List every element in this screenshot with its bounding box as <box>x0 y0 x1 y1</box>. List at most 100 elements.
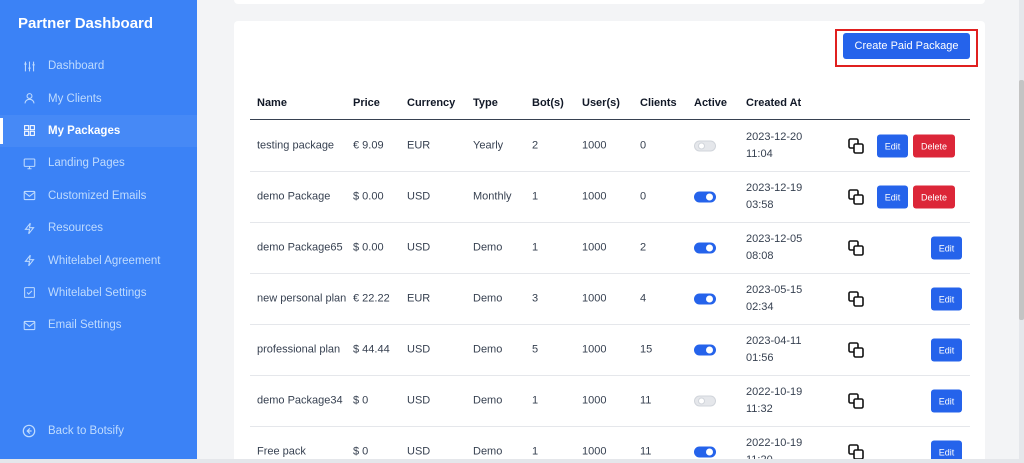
cell-created-at: 2022-10-19 11:32 <box>746 386 803 415</box>
cell-users: 1000 <box>582 445 607 458</box>
cell-users: 1000 <box>582 190 607 203</box>
cell-name: professional plan <box>257 343 341 356</box>
scrollbar-thumb[interactable] <box>1019 80 1024 320</box>
column-header: Clients <box>640 97 677 109</box>
sidebar-item-my-packages[interactable]: My Packages <box>0 114 197 148</box>
copy-icon[interactable] <box>847 392 865 410</box>
copy-icon[interactable] <box>847 137 865 155</box>
edit-button[interactable]: Edit <box>931 389 962 413</box>
column-header: Created At <box>746 97 802 109</box>
mail-icon <box>22 318 36 332</box>
back-to-botsify-link[interactable]: Back to Botsify <box>22 424 124 438</box>
sidebar: Partner Dashboard Dashboard My Clients My … <box>0 0 197 463</box>
toggle-knob <box>706 346 713 354</box>
cell-users: 1000 <box>582 241 607 254</box>
edit-button[interactable]: Edit <box>931 287 962 311</box>
active-toggle[interactable] <box>694 395 716 407</box>
delete-button[interactable]: Delete <box>913 185 955 209</box>
table-row: new personal plan € 22.22 EUR Demo 3 1000 4 202… <box>250 274 970 325</box>
active-toggle[interactable] <box>694 242 716 254</box>
copy-icon[interactable] <box>847 341 865 359</box>
cell-bots: 1 <box>532 445 539 458</box>
sidebar-item-landing-pages[interactable]: Landing Pages <box>0 147 197 179</box>
back-label: Back to Botsify <box>48 425 125 437</box>
sidebar-item-whitelabel-agreement[interactable]: Whitelabel Agreement <box>0 244 197 276</box>
cell-type: Demo <box>473 394 503 407</box>
copy-icon[interactable] <box>847 239 865 257</box>
sidebar-item-email-settings[interactable]: Email Settings <box>0 309 197 341</box>
top-card <box>234 0 985 4</box>
sidebar-item-customized-emails[interactable]: Customized Emails <box>0 180 197 212</box>
sidebar-item-label: Whitelabel Agreement <box>48 254 161 267</box>
sidebar-item-label: Email Settings <box>48 319 122 332</box>
edit-button[interactable]: Edit <box>877 185 908 209</box>
cell-bots: 1 <box>532 241 539 254</box>
cell-type: Yearly <box>473 139 504 152</box>
active-toggle[interactable] <box>694 140 716 152</box>
sidebar-item-label: Landing Pages <box>48 157 125 170</box>
cell-type: Demo <box>473 292 503 305</box>
column-header: Price <box>353 97 380 109</box>
toggle-knob <box>698 142 705 150</box>
sidebar-item-label: Customized Emails <box>48 189 147 202</box>
cell-clients: 0 <box>640 139 647 152</box>
cell-name: testing package <box>257 139 335 152</box>
cell-users: 1000 <box>582 343 607 356</box>
toggle-knob <box>706 244 713 252</box>
toggle-knob <box>698 397 705 405</box>
table-row: Free pack$ 0USDDemo11000112022-10-19 11:… <box>250 427 970 463</box>
cell-bots: 1 <box>532 190 539 203</box>
cell-users: 1000 <box>582 292 607 305</box>
cell-type: Demo <box>473 343 503 356</box>
sidebar-item-dashboard[interactable]: Dashboard <box>0 50 197 82</box>
toggle-knob <box>706 193 713 201</box>
cell-type: Monthly <box>473 190 512 203</box>
cell-clients: 4 <box>640 292 647 305</box>
cell-clients: 11 <box>640 394 652 407</box>
cell-price: $ 44.44 <box>353 343 390 356</box>
edit-button[interactable]: Edit <box>877 134 908 158</box>
sidebar-item-label: Dashboard <box>48 60 105 73</box>
cell-bots: 2 <box>532 139 539 152</box>
cell-name: Free pack <box>257 445 306 458</box>
sidebar-item-my-clients[interactable]: My Clients <box>0 82 197 114</box>
sidebar-item-resources[interactable]: Resources <box>0 212 197 244</box>
cell-clients: 0 <box>640 190 647 203</box>
sidebar-item-whitelabel-settings[interactable]: Whitelabel Settings <box>0 277 197 309</box>
monitor-icon <box>22 156 36 170</box>
cell-currency: USD <box>407 394 431 407</box>
sidebar-item-label: My Clients <box>48 92 102 105</box>
brand-title: Partner Dashboard <box>18 15 154 32</box>
toggle-knob <box>706 295 713 303</box>
table-row: professional plan $ 44.44 USD Demo 5 1000 15 20… <box>250 325 970 376</box>
edit-button[interactable]: Edit <box>931 338 962 362</box>
cell-users: 1000 <box>582 139 607 152</box>
column-header: Bot(s) <box>532 97 564 109</box>
cell-name: demo Package34 <box>257 394 343 407</box>
active-toggle[interactable] <box>694 191 716 203</box>
cell-price: $ 0 <box>353 394 369 407</box>
user-icon <box>22 92 36 106</box>
toggle-knob <box>706 448 713 456</box>
create-paid-package-button[interactable]: Create Paid Package <box>843 33 970 59</box>
active-toggle[interactable] <box>694 344 716 356</box>
cell-type: Demo <box>473 241 503 254</box>
column-header: Type <box>473 97 498 109</box>
cell-created-at: 2023-12-05 08:08 <box>746 233 803 262</box>
edit-button[interactable]: Edit <box>931 236 962 260</box>
copy-icon[interactable] <box>847 290 865 308</box>
bolt-icon <box>22 221 36 235</box>
table-row: demo Package65 $ 0.00 USD Demo 1 1000 2 2023-12… <box>250 223 970 274</box>
cell-currency: USD <box>407 445 431 458</box>
delete-button[interactable]: Delete <box>913 134 955 158</box>
sidebar-nav: Dashboard My Clients My Packages Landing Pa… <box>0 50 197 342</box>
cell-currency: USD <box>407 241 431 254</box>
cell-clients: 11 <box>640 445 652 458</box>
column-header: Active <box>694 97 728 109</box>
cell-created-at: 2023-05-15 02:34 <box>746 284 803 313</box>
copy-icon[interactable] <box>847 188 865 206</box>
cell-bots: 1 <box>532 394 539 407</box>
active-toggle[interactable] <box>694 446 716 458</box>
active-toggle[interactable] <box>694 293 716 305</box>
mail-icon <box>22 189 36 203</box>
